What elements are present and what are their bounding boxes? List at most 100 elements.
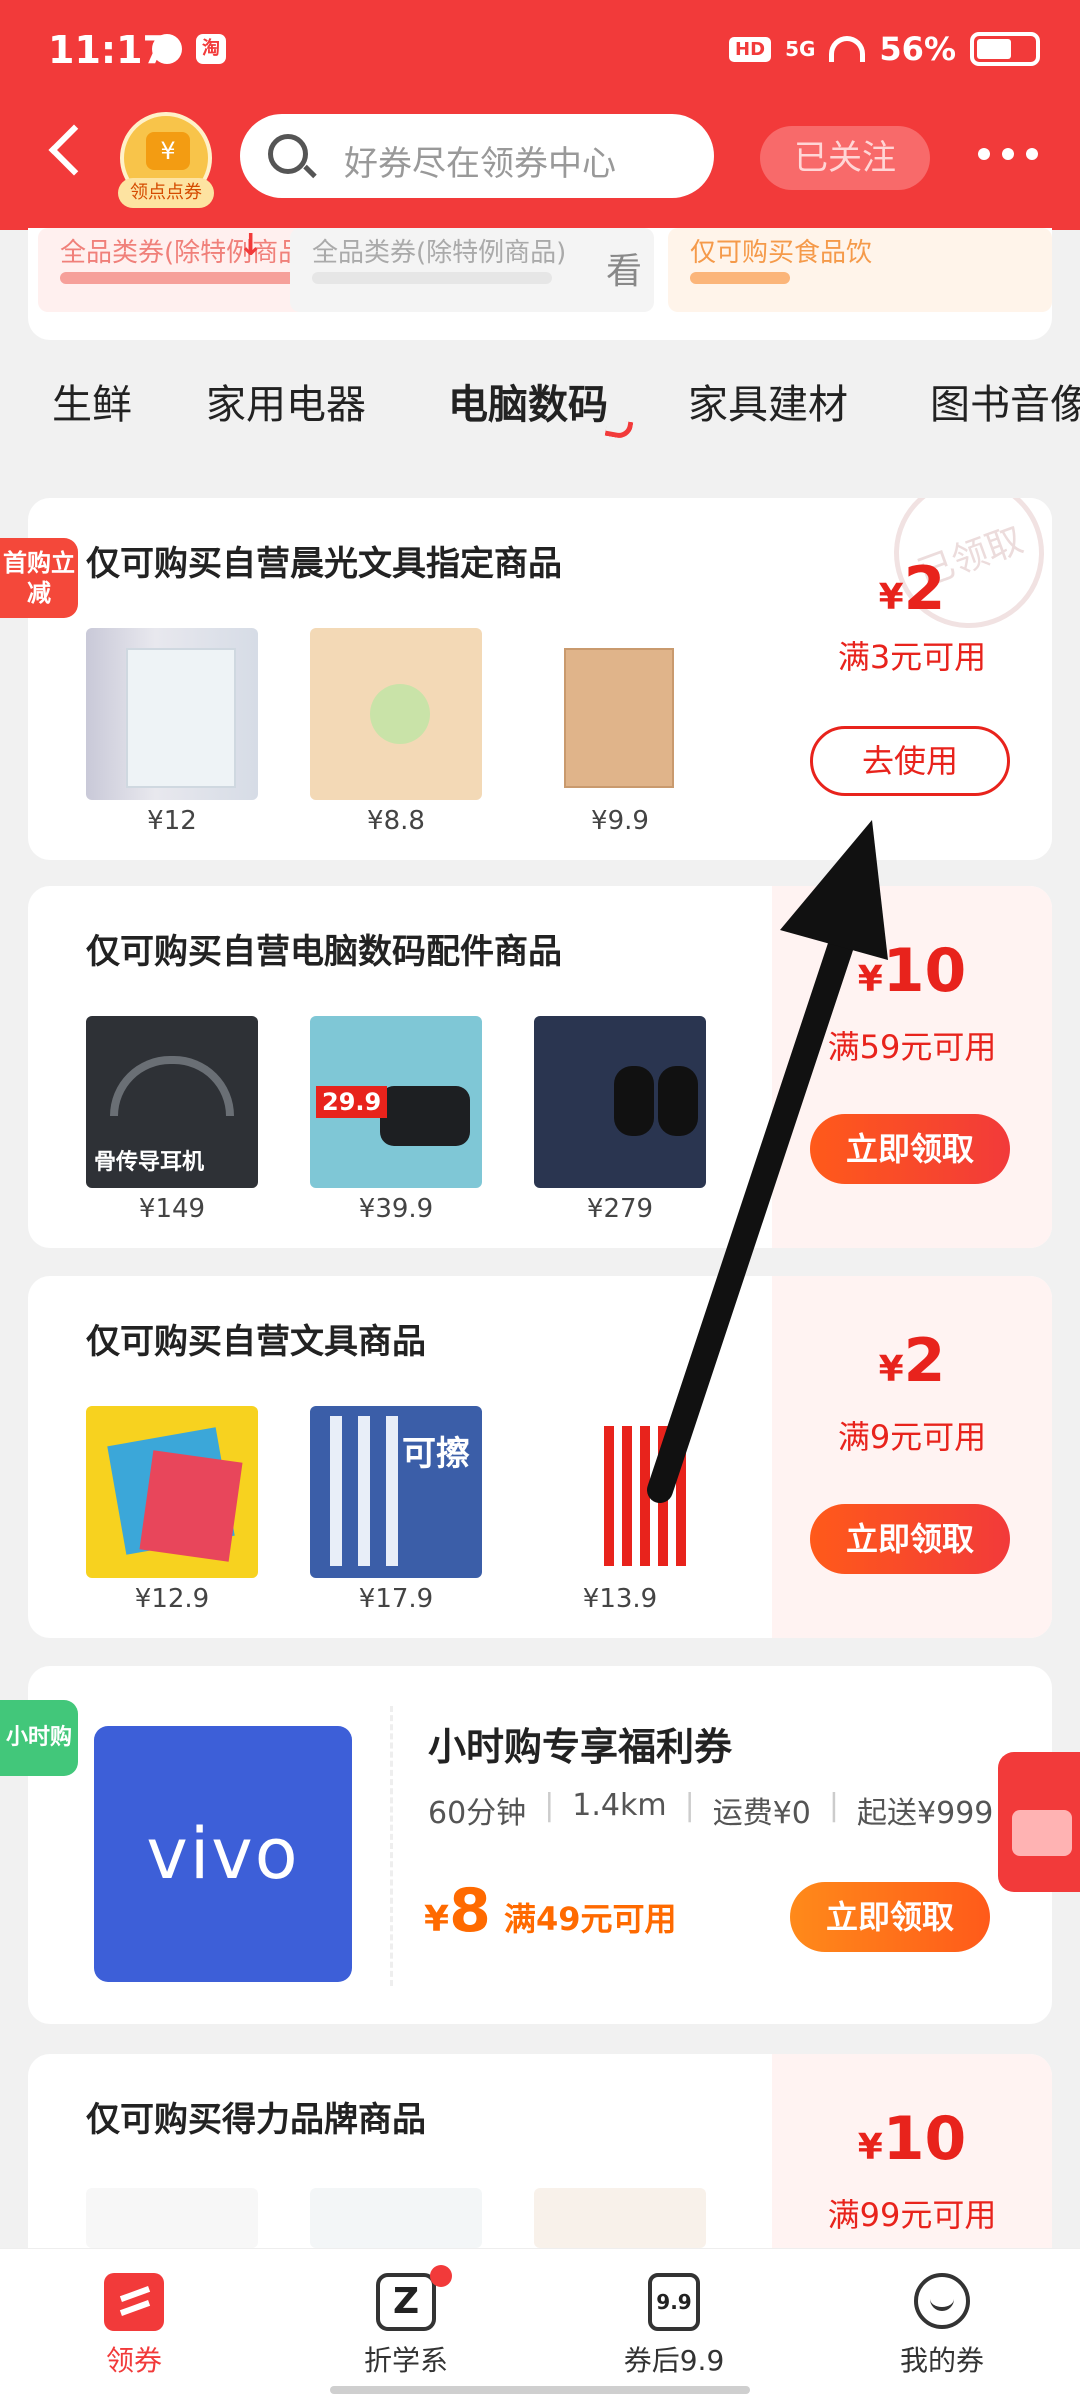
product-image xyxy=(534,628,706,800)
coupon-amount: ¥10 xyxy=(857,2104,967,2174)
coupon-condition: 满99元可用 xyxy=(827,2196,997,2234)
product-item[interactable]: 29.9 ¥39.9 xyxy=(310,1016,482,1224)
coupon-card[interactable]: 仅可购买自营晨光文具指定商品 ¥12 ¥8.8 ¥9.9 已领取 ¥2 满3元可… xyxy=(28,498,1052,860)
nav-after-coupon[interactable]: 9.9 券后9.9 xyxy=(574,2273,774,2379)
strip-coupon-mark: ↓ xyxy=(238,228,264,263)
red-envelope-icon[interactable] xyxy=(998,1752,1080,1892)
first-purchase-tag: 首购立减 xyxy=(0,538,78,618)
hourly-delivery-card[interactable]: vivo 小时购专享福利券 60分钟 | 1.4km | 运费¥0 | 起送¥999 … xyxy=(28,1666,1052,2024)
tab-furniture[interactable]: 家具建材 xyxy=(688,372,848,430)
product-item[interactable]: ¥279 xyxy=(534,1016,706,1224)
coupon-value-area: ¥10 满59元可用 立即领取 xyxy=(772,886,1052,1248)
product-price: ¥149 xyxy=(138,1194,206,1224)
category-tabs: 生鲜 家用电器 电脑数码 家具建材 图书音像 xyxy=(0,372,1080,442)
claim-coupon-button[interactable]: 立即领取 xyxy=(810,1504,1010,1574)
progress-bar xyxy=(690,272,790,284)
product-image xyxy=(86,2188,258,2248)
nav-coupon[interactable]: 领券 xyxy=(34,2273,234,2379)
product-image xyxy=(534,1016,706,1188)
product-image: 骨传导耳机 xyxy=(86,1016,258,1188)
strip-coupon[interactable]: 全品类券(除特例商品) 看 xyxy=(290,228,654,312)
system-indicators: HD 5G 56% xyxy=(729,30,1040,68)
nav-my-coupons[interactable]: 我的券 xyxy=(842,2273,1042,2379)
product-item[interactable]: 可擦 ¥17.9 xyxy=(310,1406,482,1614)
hourly-meta: 60分钟 | 1.4km | 运费¥0 | 起送¥999 xyxy=(428,1788,994,1831)
hourly-title: 小时购专享福利券 xyxy=(428,1725,733,1769)
product-price: ¥9.9 xyxy=(591,806,649,836)
wifi-icon xyxy=(829,36,866,62)
coupon-logo-label: 领点点券 xyxy=(118,178,214,208)
coupon-value-area: ¥2 满9元可用 立即领取 xyxy=(772,1276,1052,1638)
hourly-condition: 满49元可用 xyxy=(504,1900,677,1938)
product-image xyxy=(310,2188,482,2248)
battery-percent: 56% xyxy=(879,30,956,68)
status-bar: 11:17 淘 HD 5G 56% xyxy=(0,0,1080,100)
product-item[interactable]: ¥12.9 xyxy=(86,1406,258,1614)
product-item[interactable]: ¥9.9 xyxy=(534,628,706,836)
product-item[interactable]: 骨传导耳机 ¥149 xyxy=(86,1016,258,1224)
header-bar: 11:17 淘 HD 5G 56% ¥ 领点点券 好券尽在领券中心 已关注 xyxy=(0,0,1080,230)
coupon-condition: 满9元可用 xyxy=(837,1418,987,1456)
notification-dot xyxy=(430,2265,452,2287)
claim-coupon-button[interactable]: 立即领取 xyxy=(810,1114,1010,1184)
price-tag-icon: 9.9 xyxy=(644,2273,704,2331)
coupon-title: 仅可购买得力品牌商品 xyxy=(86,2100,426,2140)
hourly-tag: 小时购 xyxy=(0,1700,78,1776)
coupon-title: 仅可购买自营晨光文具指定商品 xyxy=(86,544,562,584)
product-image xyxy=(534,1406,706,1578)
hourly-claim-button[interactable]: 立即领取 xyxy=(790,1882,990,1952)
tab-books[interactable]: 图书音像 xyxy=(930,372,1080,430)
message-icon xyxy=(152,34,182,64)
bottom-navigation: 领券 Z 折学系 9.9 券后9.9 我的券 xyxy=(0,2248,1080,2400)
battery-icon xyxy=(970,32,1040,66)
home-indicator[interactable] xyxy=(330,2386,750,2394)
product-item[interactable]: ¥13.9 xyxy=(534,1406,706,1614)
coupon-card[interactable]: 仅可购买自营电脑数码配件商品 骨传导耳机 ¥149 29.9 ¥39.9 ¥27… xyxy=(28,886,1052,1248)
coupon-amount: ¥2 xyxy=(878,1326,946,1396)
more-options-icon[interactable] xyxy=(978,148,1038,160)
nav-zhexuexi[interactable]: Z 折学系 xyxy=(306,2265,506,2379)
search-bar[interactable]: 好券尽在领券中心 xyxy=(240,114,714,198)
tab-digital[interactable]: 电脑数码 xyxy=(448,372,608,430)
product-price: ¥39.9 xyxy=(358,1194,434,1224)
product-item[interactable] xyxy=(534,2188,706,2248)
top-coupon-strip: 全品类券(除特例商品) ↓ 全品类券(除特例商品) 看 仅可购买食品饮 xyxy=(28,228,1052,340)
search-placeholder: 好券尽在领券中心 xyxy=(344,144,616,184)
product-price: ¥13.9 xyxy=(582,1584,658,1614)
product-item[interactable]: ¥8.8 xyxy=(310,628,482,836)
coupon-icon xyxy=(104,2273,164,2331)
product-image xyxy=(86,1406,258,1578)
coupon-card[interactable]: 仅可购买得力品牌商品 ¥10 满99元可用 xyxy=(28,2054,1052,2248)
product-item[interactable]: ¥12 xyxy=(86,628,258,836)
coupon-value-area: ¥10 满99元可用 xyxy=(772,2054,1052,2248)
coupon-amount: ¥10 xyxy=(857,936,967,1006)
product-price: ¥17.9 xyxy=(358,1584,434,1614)
strip-coupon[interactable]: 仅可购买食品饮 xyxy=(668,228,1052,312)
progress-bar xyxy=(60,272,300,284)
divider xyxy=(390,1706,393,1986)
smile-icon xyxy=(912,2273,972,2331)
coupon-condition: 满59元可用 xyxy=(827,1028,997,1066)
product-image xyxy=(534,2188,706,2248)
tab-fresh[interactable]: 生鲜 xyxy=(52,372,132,430)
coupon-card[interactable]: 仅可购买自营文具商品 ¥12.9 可擦 ¥17.9 ¥13.9 ¥2 满9元可用… xyxy=(28,1276,1052,1638)
product-item[interactable] xyxy=(86,2188,258,2248)
product-price: ¥8.8 xyxy=(367,806,425,836)
product-price: ¥12 xyxy=(147,806,197,836)
hourly-amount: ¥8 xyxy=(424,1876,491,1946)
use-coupon-button[interactable]: 去使用 xyxy=(810,726,1010,796)
coupon-title: 仅可购买自营电脑数码配件商品 xyxy=(86,932,562,972)
tab-appliances[interactable]: 家用电器 xyxy=(206,372,366,430)
product-image: 可擦 xyxy=(310,1406,482,1578)
product-item[interactable] xyxy=(310,2188,482,2248)
progress-bar xyxy=(312,272,552,284)
product-price: ¥279 xyxy=(586,1194,654,1224)
coupon-logo-icon: ¥ xyxy=(146,132,190,170)
follow-button[interactable]: 已关注 xyxy=(760,126,930,190)
back-icon[interactable] xyxy=(48,124,100,176)
product-image xyxy=(310,628,482,800)
taobao-icon: 淘 xyxy=(196,34,226,64)
coupon-title: 仅可购买自营文具商品 xyxy=(86,1322,426,1362)
hd-icon: HD xyxy=(729,36,772,62)
coupon-value-area: 已领取 ¥2 满3元可用 去使用 xyxy=(772,498,1052,860)
